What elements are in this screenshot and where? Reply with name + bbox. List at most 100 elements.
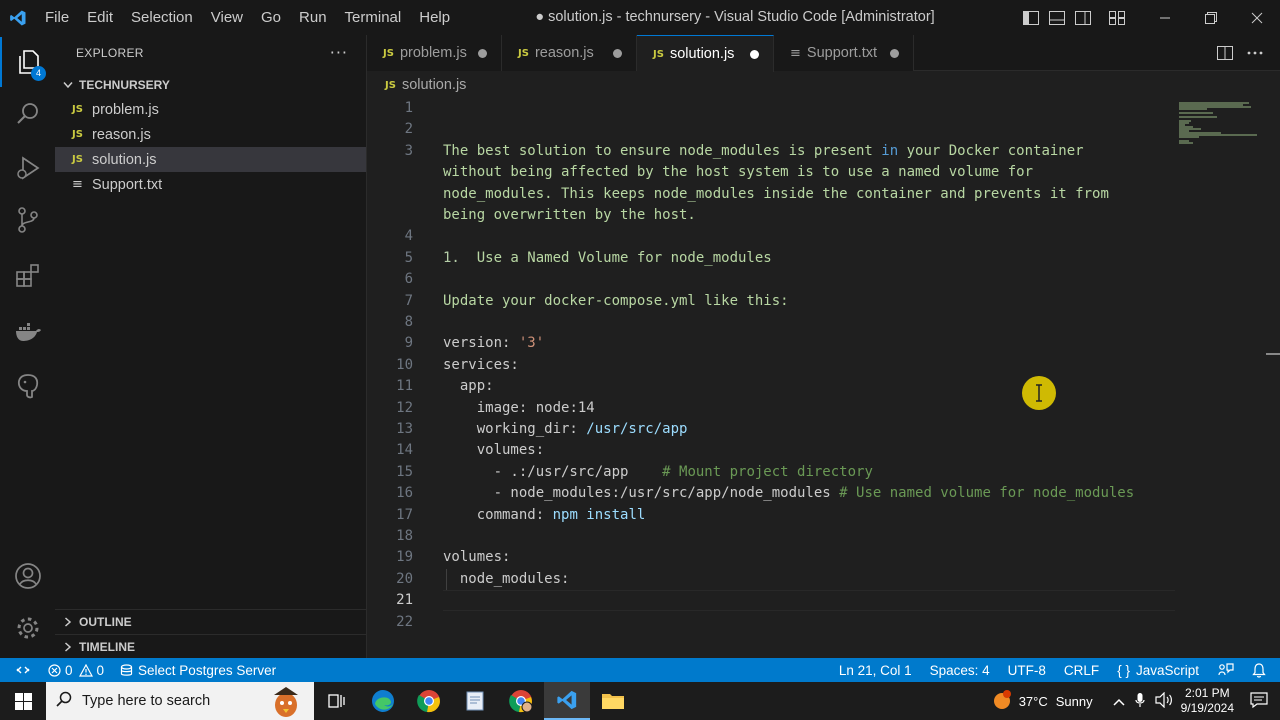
show-hidden-icons-chevron-icon[interactable] xyxy=(1113,694,1125,709)
outline-section[interactable]: OUTLINE xyxy=(55,609,366,633)
docker-icon[interactable] xyxy=(0,307,55,357)
line-number: 13 xyxy=(396,421,413,437)
scrollbar-position-marker[interactable] xyxy=(1266,353,1280,355)
feedback-icon[interactable] xyxy=(1208,658,1244,682)
vscode-taskbar-icon[interactable] xyxy=(544,682,590,720)
file-item-solution[interactable]: JS solution.js xyxy=(55,147,366,172)
current-line-highlight xyxy=(443,590,1175,612)
weather-text[interactable]: Sunny xyxy=(1056,694,1093,709)
microphone-icon[interactable] xyxy=(1135,692,1145,711)
end-of-line[interactable]: CRLF xyxy=(1055,658,1108,682)
yaml-key: working_dir: xyxy=(443,421,578,437)
encoding[interactable]: UTF-8 xyxy=(999,658,1055,682)
status-bar-right: Ln 21, Col 1 Spaces: 4 UTF-8 CRLF { } Ja… xyxy=(830,658,1280,682)
clock-time: 2:01 PM xyxy=(1184,686,1230,700)
run-debug-icon[interactable] xyxy=(0,143,55,193)
source-control-icon[interactable] xyxy=(0,195,55,245)
search-icon[interactable] xyxy=(0,89,55,139)
menu-help[interactable]: Help xyxy=(410,0,459,35)
file-explorer-icon[interactable] xyxy=(590,682,636,720)
weather-sun-icon[interactable] xyxy=(991,689,1013,714)
menu-run[interactable]: Run xyxy=(290,0,336,35)
breadcrumb-file[interactable]: solution.js xyxy=(402,77,466,93)
explorer-sidebar: EXPLORER ··· TECHNURSERY JS problem.js J… xyxy=(55,35,367,658)
chrome-icon[interactable] xyxy=(406,682,452,720)
title-controls xyxy=(1018,0,1280,35)
close-window-icon[interactable] xyxy=(1234,0,1280,35)
manage-gear-icon[interactable] xyxy=(0,603,55,653)
problems-indicator[interactable]: 0 0 xyxy=(40,658,112,682)
postgres-server-selector[interactable]: Select Postgres Server xyxy=(112,658,284,682)
windows-start-icon[interactable] xyxy=(0,682,46,720)
remote-icon[interactable] xyxy=(0,658,40,682)
error-count: 0 xyxy=(65,662,73,678)
unsaved-dot-icon[interactable] xyxy=(613,48,622,58)
notepad-icon[interactable] xyxy=(452,682,498,720)
code-editor[interactable]: 1 2 3 4 5 6 7 8 9 10 11 12 13 14 15 16 1… xyxy=(367,98,1280,658)
line-number: 4 xyxy=(404,228,413,245)
taskbar-search-box[interactable]: Type here to search xyxy=(46,682,314,720)
js-file-icon: JS xyxy=(72,154,83,165)
line-number: 7 xyxy=(404,292,413,309)
timeline-section[interactable]: TIMELINE xyxy=(55,634,366,658)
code-line-3-wrap-2: node_modules. This keeps node_modules in… xyxy=(443,185,1109,202)
unsaved-dot-icon[interactable] xyxy=(750,49,759,59)
customize-layout-icon[interactable] xyxy=(1104,0,1130,35)
chrome-profile-icon[interactable] xyxy=(498,682,544,720)
menu-go[interactable]: Go xyxy=(252,0,290,35)
line-number: 16 xyxy=(396,485,413,502)
menu-edit[interactable]: Edit xyxy=(78,0,122,35)
toggle-panel-icon[interactable] xyxy=(1044,0,1070,35)
minimap[interactable] xyxy=(1179,98,1269,158)
explorer-more-icon[interactable]: ··· xyxy=(330,43,348,62)
line-number: 3 xyxy=(404,142,413,159)
file-name: reason.js xyxy=(92,126,151,143)
tab-reason[interactable]: JS reason.js xyxy=(502,35,637,71)
tab-support[interactable]: ≡ Support.txt xyxy=(774,35,914,71)
more-actions-icon[interactable] xyxy=(1240,35,1270,71)
file-item-problem[interactable]: JS problem.js xyxy=(55,97,366,122)
menu-file[interactable]: File xyxy=(36,0,78,35)
line-number: 6 xyxy=(404,271,413,288)
files-icon[interactable]: 4 xyxy=(0,37,55,87)
language-mode[interactable]: { } JavaScript xyxy=(1108,658,1208,682)
search-icon xyxy=(56,691,72,711)
code-line-11: app: xyxy=(443,378,494,395)
menu-bar: File Edit Selection View Go Run Terminal… xyxy=(36,0,459,35)
timeline-label: TIMELINE xyxy=(79,639,135,654)
menu-view[interactable]: View xyxy=(202,0,252,35)
file-item-reason[interactable]: JS reason.js xyxy=(55,122,366,147)
system-tray: 37°C Sunny 2:01 PM 9/19/2024 xyxy=(991,682,1280,720)
tab-problem[interactable]: JS problem.js xyxy=(367,35,502,71)
weather-temperature[interactable]: 37°C xyxy=(1019,694,1048,709)
minimize-icon[interactable] xyxy=(1142,0,1188,35)
unsaved-dot-icon[interactable] xyxy=(890,48,899,58)
code-line-20: node_modules: xyxy=(443,570,570,587)
tab-solution[interactable]: JS solution.js xyxy=(637,35,774,72)
unsaved-dot-icon[interactable] xyxy=(478,48,487,58)
task-view-icon[interactable] xyxy=(314,682,360,720)
restore-icon[interactable] xyxy=(1188,0,1234,35)
taskbar-clock[interactable]: 2:01 PM 9/19/2024 xyxy=(1173,686,1242,716)
file-item-support[interactable]: ≡ Support.txt xyxy=(55,172,366,197)
toggle-primary-sidebar-icon[interactable] xyxy=(1018,0,1044,35)
cursor-position[interactable]: Ln 21, Col 1 xyxy=(830,658,921,682)
braces-icon: { } xyxy=(1117,662,1130,678)
postgres-icon[interactable] xyxy=(0,361,55,411)
volume-icon[interactable] xyxy=(1155,691,1173,711)
line-number-current: 21 xyxy=(396,592,413,609)
indentation[interactable]: Spaces: 4 xyxy=(921,658,999,682)
split-editor-icon[interactable] xyxy=(1210,35,1240,71)
menu-selection[interactable]: Selection xyxy=(122,0,202,35)
toggle-secondary-sidebar-icon[interactable] xyxy=(1070,0,1096,35)
folder-header[interactable]: TECHNURSERY xyxy=(55,73,366,97)
notification-center-icon[interactable] xyxy=(1250,691,1268,711)
menu-terminal[interactable]: Terminal xyxy=(336,0,411,35)
line-number: 17 xyxy=(396,506,413,523)
edge-browser-icon[interactable] xyxy=(360,682,406,720)
account-icon[interactable] xyxy=(0,551,55,601)
window-title: ● solution.js - technursery - Visual Stu… xyxy=(535,9,935,25)
extensions-icon[interactable] xyxy=(0,251,55,301)
notifications-bell-icon[interactable] xyxy=(1244,658,1280,682)
text-run: your Docker container xyxy=(898,142,1084,159)
